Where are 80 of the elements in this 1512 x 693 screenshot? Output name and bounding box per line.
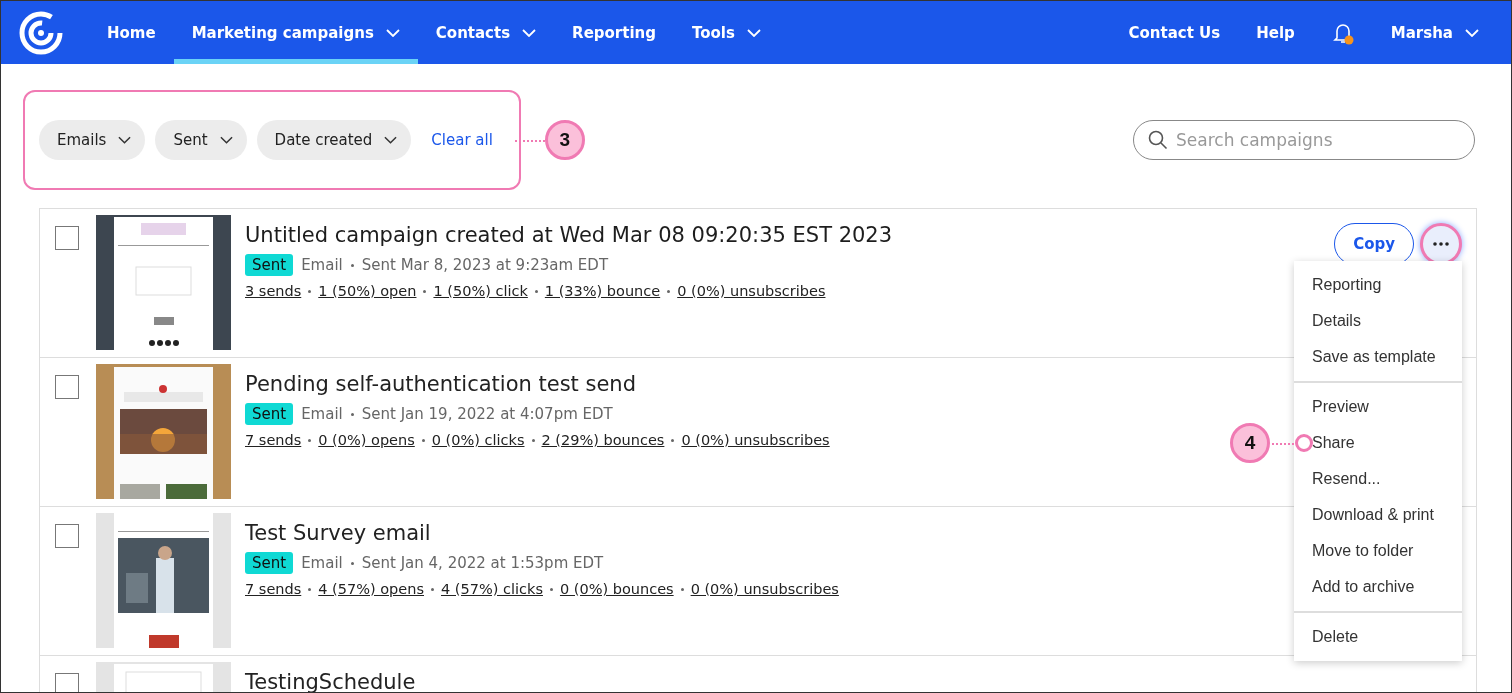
- search-field[interactable]: Search campaigns: [1133, 120, 1475, 160]
- campaign-title[interactable]: Untitled campaign created at Wed Mar 08 09:20:35 EST 2023: [245, 223, 1335, 247]
- separator-dot: [350, 412, 354, 416]
- stat-link[interactable]: 3 sends: [245, 283, 302, 299]
- sent-date: Sent Mar 8, 2023 at 9:23am EDT: [361, 256, 609, 274]
- nav-link[interactable]: Help: [1238, 1, 1313, 64]
- checkbox[interactable]: [55, 673, 79, 692]
- stat-link[interactable]: 0 (0%) clicks: [431, 432, 525, 448]
- status-tag: Sent: [245, 552, 294, 574]
- ellipsis-icon: [1433, 242, 1449, 246]
- chevron-down-icon: [746, 28, 761, 37]
- status-tag: Sent: [245, 403, 294, 425]
- chevron-down-icon: [385, 28, 400, 37]
- nav-tab[interactable]: Tools: [674, 1, 779, 64]
- separator-dot: [531, 438, 535, 442]
- separator-dot: [534, 289, 538, 293]
- menu-item[interactable]: Move to folder: [1294, 533, 1462, 569]
- callout-badge: 4: [1230, 423, 1270, 463]
- separator-dot: [350, 263, 354, 267]
- nav-tab[interactable]: Marketing campaigns: [173, 1, 418, 64]
- stat-link[interactable]: 7 sends: [245, 432, 302, 448]
- chevron-down-icon: [219, 136, 233, 144]
- campaign-type: Email: [301, 405, 343, 423]
- separator-dot: [671, 438, 675, 442]
- stat-link[interactable]: 0 (0%) unsubscribes: [690, 581, 839, 597]
- stat-link[interactable]: 1 (33%) bounce: [544, 283, 661, 299]
- nav-tab[interactable]: Home: [89, 1, 174, 64]
- campaign-type: Email: [301, 256, 343, 274]
- callout-badge: 3: [544, 120, 585, 160]
- nav-tab[interactable]: Contacts: [417, 1, 555, 64]
- separator-dot: [308, 289, 312, 293]
- menu-item[interactable]: Share: [1294, 425, 1462, 461]
- stat-link[interactable]: 2 (29%) bounces: [541, 432, 665, 448]
- menu-item[interactable]: Delete: [1294, 619, 1462, 655]
- stat-link[interactable]: 4 (57%) clicks: [441, 581, 543, 597]
- status-tag: Sent: [245, 254, 294, 276]
- separator-dot: [350, 561, 354, 565]
- separator-dot: [431, 587, 434, 591]
- stat-link[interactable]: 7 sends: [245, 581, 302, 597]
- separator-dot: [308, 587, 312, 591]
- stat-link[interactable]: 0 (0%) bounces: [559, 581, 674, 597]
- stat-link[interactable]: 0 (0%) unsubscribes: [677, 283, 826, 299]
- menu-item[interactable]: Download & print: [1294, 497, 1462, 533]
- filter-dropdown[interactable]: Sent: [155, 120, 247, 160]
- stat-link[interactable]: 0 (0%) unsubscribes: [681, 432, 830, 448]
- chevron-down-icon: [384, 136, 398, 144]
- nav-tab[interactable]: Reporting: [554, 1, 674, 64]
- menu-item[interactable]: Add to archive: [1294, 569, 1462, 605]
- nav-link[interactable]: Contact Us: [1110, 1, 1239, 64]
- chevron-down-icon: [1465, 28, 1479, 37]
- stat-link[interactable]: 1 (50%) click: [433, 283, 528, 299]
- filter-dropdown[interactable]: Emails: [39, 120, 146, 160]
- clear-all-link[interactable]: Clear all: [431, 131, 493, 149]
- checkbox[interactable]: [55, 524, 79, 548]
- chevron-down-icon: [522, 28, 537, 37]
- stat-link[interactable]: 4 (57%) opens: [318, 581, 424, 597]
- stat-link[interactable]: 1 (50%) open: [318, 283, 417, 299]
- filter-dropdown[interactable]: Date created: [256, 120, 412, 160]
- checkbox[interactable]: [55, 226, 79, 250]
- separator-dot: [308, 438, 312, 442]
- menu-item[interactable]: Save as template: [1294, 339, 1462, 375]
- chevron-down-icon: [118, 136, 132, 144]
- separator-dot: [421, 438, 425, 442]
- menu-item[interactable]: Preview: [1294, 389, 1462, 425]
- campaign-type: Email: [301, 554, 343, 572]
- menu-item[interactable]: Reporting: [1294, 267, 1462, 303]
- leader-line: [1272, 443, 1294, 445]
- separator-dot: [680, 587, 684, 591]
- separator-dot: [423, 289, 427, 293]
- logo-icon[interactable]: [19, 10, 63, 55]
- separator-dot: [667, 289, 671, 293]
- user-menu[interactable]: Marsha: [1372, 1, 1497, 64]
- search-icon: [1148, 130, 1168, 150]
- separator-dot: [549, 587, 553, 591]
- menu-item[interactable]: Details: [1294, 303, 1462, 339]
- checkbox[interactable]: [55, 375, 79, 399]
- sent-date: Sent Jan 4, 2022 at 1:53pm EDT: [361, 554, 604, 572]
- sent-date: Sent Jan 19, 2022 at 4:07pm EDT: [361, 405, 613, 423]
- menu-item[interactable]: Resend...: [1294, 461, 1462, 497]
- stat-link[interactable]: 0 (0%) opens: [318, 432, 415, 448]
